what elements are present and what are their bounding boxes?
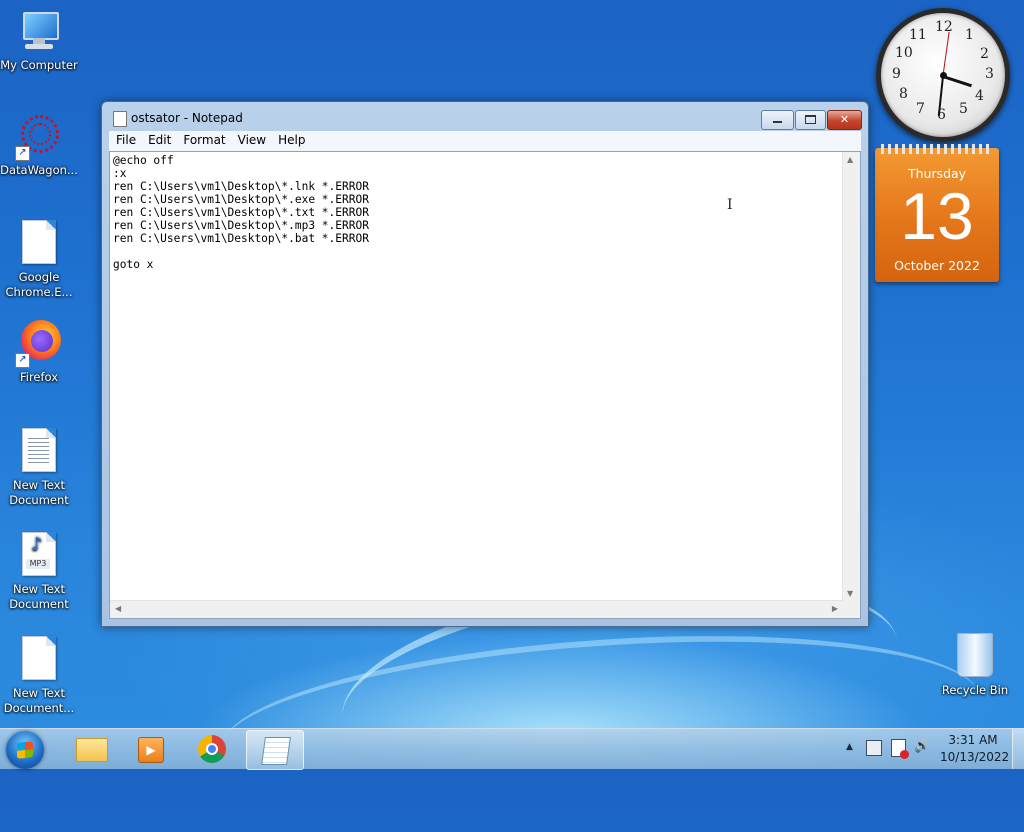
taskbar-media-player-button[interactable]: ▶ <box>122 730 178 768</box>
notepad-icon <box>113 111 127 127</box>
blank-file-icon <box>15 636 63 684</box>
calendar-gadget[interactable]: Thursday 13 October 2022 <box>875 144 999 282</box>
scroll-down-icon[interactable]: ▼ <box>847 589 853 598</box>
datawagon-icon: ↗ <box>15 113 63 161</box>
start-button[interactable] <box>6 731 44 769</box>
scroll-up-icon[interactable]: ▲ <box>847 155 853 164</box>
mp3-file-icon: ♪ MP3 <box>15 532 63 580</box>
desktop-icon-label: Document <box>9 493 69 507</box>
show-hidden-icons-button[interactable]: ▲ <box>846 742 853 752</box>
windows-logo-icon <box>17 741 33 759</box>
resize-grip[interactable] <box>843 601 860 618</box>
desktop-icon-new-text-document-2[interactable]: ♪ MP3 New Text Document <box>0 529 78 612</box>
notepad-window[interactable]: ostsator - Notepad ✕ File Edit Format View H… <box>101 101 869 627</box>
blank-file-icon <box>15 220 63 268</box>
chrome-icon <box>198 735 226 763</box>
clock-number: 9 <box>892 66 901 82</box>
taskbar: ▶ ▲ 🔊 3:31 AM 10/13/2022 <box>0 728 1024 770</box>
maximize-button[interactable] <box>795 110 826 130</box>
clock-number: 5 <box>959 101 968 117</box>
title-bar[interactable]: ostsator - Notepad ✕ <box>102 102 868 132</box>
clock-number: 1 <box>965 27 974 43</box>
text-cursor-icon: I <box>727 197 733 213</box>
desktop-icon-label: Document <box>9 597 69 611</box>
maximize-icon <box>805 115 816 124</box>
clock-center-pin <box>940 72 947 79</box>
desktop-icon-label: Document... <box>3 701 75 715</box>
text-editor[interactable]: @echo off :x ren C:\Users\vm1\Desktop\*.… <box>109 151 861 619</box>
network-icon[interactable] <box>866 740 882 756</box>
recycle-bin-icon <box>951 633 999 681</box>
notepad-icon <box>261 737 291 765</box>
desktop-icon-datawagon[interactable]: ↗ DataWagon... <box>0 113 78 178</box>
clock-number: 2 <box>980 46 989 62</box>
firefox-icon: ↗ <box>15 320 63 368</box>
menu-file[interactable]: File <box>109 131 141 147</box>
taskbar-time: 3:31 AM <box>948 733 998 747</box>
taskbar-notepad-button[interactable] <box>246 730 304 770</box>
menu-view[interactable]: View <box>231 131 271 147</box>
horizontal-scrollbar[interactable]: ◀ ▶ <box>110 600 843 618</box>
desktop-icon-google-chrome-exe[interactable]: Google Chrome.E... <box>0 217 78 300</box>
desktop-icon-label: My Computer <box>0 58 78 72</box>
desktop-icon-label: DataWagon... <box>0 163 78 177</box>
taskbar-clock[interactable]: 3:31 AM 10/13/2022 <box>940 732 1010 766</box>
taskbar-date: 10/13/2022 <box>940 750 1010 764</box>
show-desktop-button[interactable] <box>1012 729 1024 769</box>
taskbar-explorer-button[interactable] <box>62 730 118 768</box>
menu-edit[interactable]: Edit <box>141 131 176 147</box>
text-file-icon <box>15 428 63 476</box>
window-title: ostsator - Notepad <box>131 111 243 125</box>
desktop-icon-label: Chrome.E... <box>5 285 73 299</box>
volume-icon[interactable]: 🔊 <box>914 739 930 754</box>
desktop-icon-label: New Text <box>13 478 65 492</box>
desktop-icon-label: New Text <box>13 582 65 596</box>
shortcut-arrow-icon: ↗ <box>15 146 30 161</box>
clock-number: 10 <box>895 45 913 61</box>
close-icon: ✕ <box>839 113 850 126</box>
clock-second-hand <box>942 31 950 76</box>
media-player-icon: ▶ <box>138 737 164 763</box>
calendar-month: October 2022 <box>894 258 980 273</box>
scroll-right-icon[interactable]: ▶ <box>832 604 838 613</box>
desktop-icon-new-text-document-3[interactable]: New Text Document... <box>0 633 78 716</box>
clock-number: 7 <box>916 101 925 117</box>
clock-number: 11 <box>909 27 927 43</box>
action-center-icon[interactable] <box>891 739 909 759</box>
taskbar-chrome-button[interactable] <box>184 730 240 768</box>
desktop-icon-label: Recycle Bin <box>941 683 1009 697</box>
desktop-icon-firefox[interactable]: ↗ Firefox <box>0 320 78 385</box>
shortcut-arrow-icon: ↗ <box>15 353 30 368</box>
minimize-button[interactable] <box>761 110 794 130</box>
close-button[interactable]: ✕ <box>827 110 862 130</box>
desktop-icon-label: New Text <box>13 686 65 700</box>
desktop-icon-recycle-bin[interactable]: Recycle Bin <box>936 630 1014 698</box>
clock-number: 3 <box>985 66 994 82</box>
clock-gadget[interactable]: 12 1 2 3 4 5 6 7 8 9 10 11 <box>876 8 1010 142</box>
folder-icon <box>76 738 108 762</box>
menu-format[interactable]: Format <box>176 131 230 147</box>
clock-hour-hand <box>942 75 972 88</box>
scroll-left-icon[interactable]: ◀ <box>115 604 121 613</box>
desktop-icon-label: Firefox <box>19 370 59 384</box>
clock-number: 12 <box>935 19 953 35</box>
editor-content[interactable]: @echo off :x ren C:\Users\vm1\Desktop\*.… <box>113 154 838 596</box>
minimize-icon <box>773 121 782 123</box>
computer-icon <box>15 8 63 56</box>
calendar-rings <box>881 144 993 154</box>
clock-number: 8 <box>899 86 908 102</box>
menu-bar: File Edit Format View Help <box>109 131 861 151</box>
desktop-icon-label: Google <box>18 270 60 284</box>
clock-number: 4 <box>975 88 984 104</box>
desktop-icon-new-text-document-1[interactable]: New Text Document <box>0 425 78 508</box>
desktop-icon-my-computer[interactable]: My Computer <box>0 8 78 73</box>
menu-help[interactable]: Help <box>271 131 310 147</box>
vertical-scrollbar[interactable]: ▲ ▼ <box>842 152 860 601</box>
calendar-date: 13 <box>900 179 974 253</box>
mp3-badge: MP3 <box>26 559 50 569</box>
